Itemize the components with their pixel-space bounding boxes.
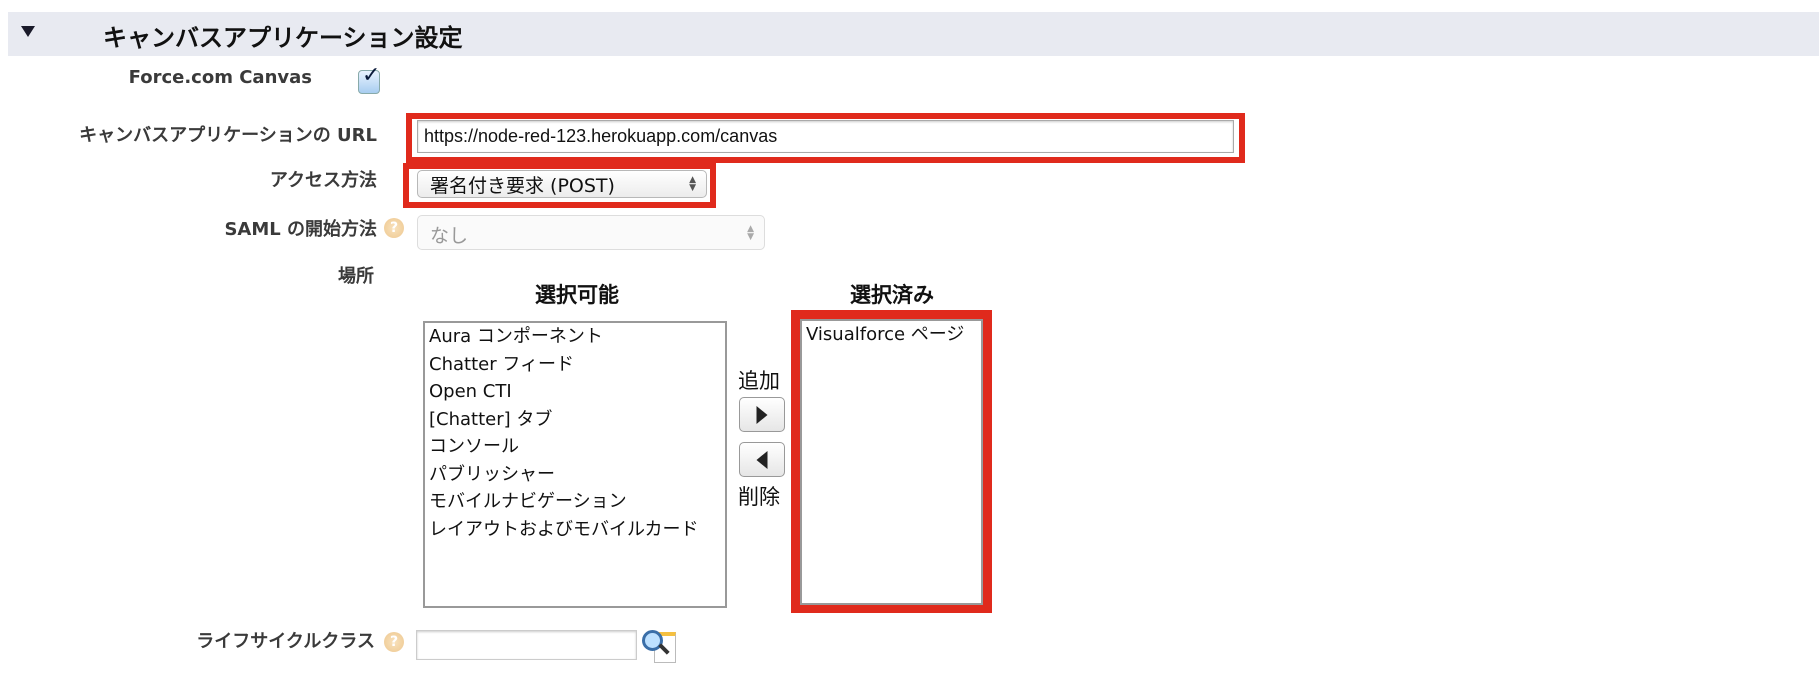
select-arrows-icon: ▲ ▼ bbox=[747, 223, 754, 242]
location-label: 場所 bbox=[338, 266, 374, 287]
saml-select[interactable]: なし ▲ ▼ bbox=[417, 215, 765, 250]
list-item[interactable]: コンソール bbox=[429, 433, 721, 461]
section-header[interactable]: キャンバスアプリケーション設定 bbox=[8, 12, 1819, 56]
select-arrows-icon: ▲ ▼ bbox=[689, 175, 696, 193]
lifecycle-label: ライフサイクルクラス bbox=[196, 631, 375, 652]
list-item[interactable]: Chatter フィード bbox=[429, 351, 721, 379]
list-item[interactable]: [Chatter] タブ bbox=[429, 406, 721, 434]
selected-header: 選択済み bbox=[850, 283, 934, 307]
list-item[interactable]: パブリッシャー bbox=[429, 461, 721, 489]
selected-list[interactable]: Visualforce ページ bbox=[800, 319, 983, 605]
help-icon[interactable]: ? bbox=[384, 632, 404, 652]
section-title: キャンバスアプリケーション設定 bbox=[103, 24, 463, 52]
canvas-label: Force.com Canvas bbox=[128, 67, 312, 88]
arrow-left-icon bbox=[756, 450, 768, 469]
list-item[interactable]: モバイルナビゲーション bbox=[429, 488, 721, 516]
list-item[interactable]: レイアウトおよびモバイルカード bbox=[429, 516, 721, 544]
list-item[interactable]: Aura コンポーネント bbox=[429, 323, 721, 351]
list-item[interactable]: Open CTI bbox=[429, 378, 721, 406]
remove-label: 削除 bbox=[738, 485, 780, 509]
help-icon[interactable]: ? bbox=[384, 218, 404, 238]
access-label: アクセス方法 bbox=[269, 170, 377, 191]
access-value: 署名付き要求 (POST) bbox=[430, 175, 615, 197]
add-label: 追加 bbox=[738, 369, 780, 393]
available-list[interactable]: Aura コンポーネント Chatter フィード Open CTI [Chat… bbox=[423, 321, 727, 608]
remove-button[interactable] bbox=[739, 442, 785, 477]
arrow-right-icon bbox=[756, 405, 768, 424]
checkmark-icon: ✓ bbox=[362, 63, 381, 88]
url-input[interactable] bbox=[417, 120, 1234, 153]
available-header: 選択可能 bbox=[535, 283, 619, 307]
add-button[interactable] bbox=[739, 397, 785, 432]
saml-label: SAML の開始方法 bbox=[224, 219, 377, 240]
list-item[interactable]: Visualforce ページ bbox=[806, 321, 977, 349]
lifecycle-input[interactable] bbox=[416, 630, 637, 660]
lookup-icon[interactable] bbox=[642, 630, 676, 663]
url-label: キャンバスアプリケーションの URL bbox=[79, 125, 377, 146]
saml-value: なし bbox=[430, 225, 469, 247]
access-select[interactable]: 署名付き要求 (POST) ▲ ▼ bbox=[417, 170, 707, 198]
triangle-down-icon[interactable] bbox=[21, 26, 35, 37]
canvas-checkbox[interactable]: ✓ bbox=[358, 63, 380, 94]
